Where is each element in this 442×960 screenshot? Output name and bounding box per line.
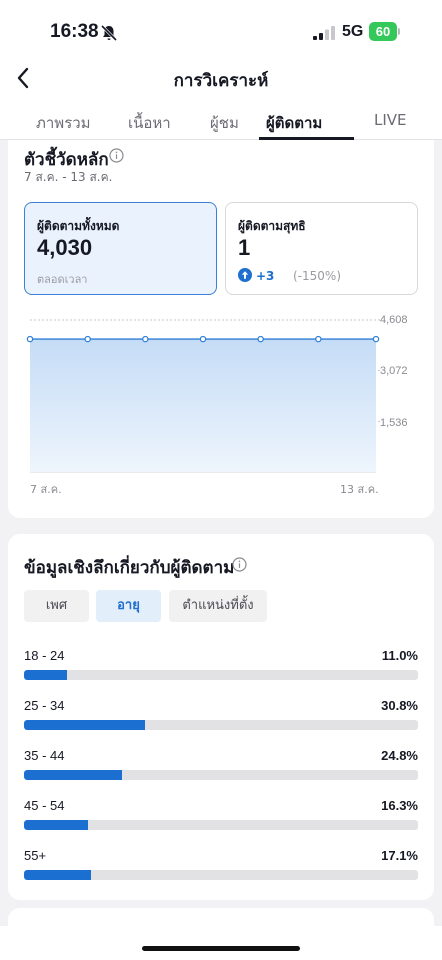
date-range: 7 ส.ค. - 13 ส.ค.	[24, 170, 113, 184]
age-row: 18 - 24 11.0%	[24, 648, 418, 688]
status-time: 16:38	[50, 21, 99, 42]
network-type: 5G	[342, 23, 364, 40]
bottom-safe-area	[0, 926, 442, 960]
age-percent: 30.8%	[381, 698, 418, 713]
age-label: 45 - 54	[24, 798, 65, 813]
age-percent: 11.0%	[381, 648, 418, 663]
filter-age[interactable]: อายุ	[96, 590, 161, 622]
metric-value: 4,030	[37, 235, 93, 260]
tab-live[interactable]: LIVE	[374, 111, 407, 129]
tab-followers[interactable]: ผู้ติดตาม	[266, 111, 322, 135]
insights-title: ข้อมูลเชิงลึกเกี่ยวกับผู้ติดตาม	[24, 558, 235, 578]
key-metrics-card: ตัวชี้วัดหลัก 7 ส.ค. - 13 ส.ค. ผู้ติดตาม…	[8, 140, 434, 518]
age-bar-fill	[24, 670, 68, 680]
home-indicator[interactable]	[142, 946, 300, 951]
x-tick-label: 13 ส.ค.	[340, 483, 379, 496]
data-point	[26, 335, 34, 343]
battery-tip	[398, 28, 400, 35]
tab-bar: ภาพรวม เนื้อหา ผู้ชม ผู้ติดตาม LIVE	[0, 106, 442, 140]
age-label: 18 - 24	[24, 648, 65, 663]
followers-chart	[26, 319, 380, 473]
age-percent: 16.3%	[381, 798, 418, 813]
age-label: 35 - 44	[24, 748, 65, 763]
status-bar: 16:38 5G 60	[0, 0, 442, 62]
info-icon[interactable]	[232, 557, 247, 572]
analytics-header: การวิเคราะห์ ภาพรวม เนื้อหา ผู้ชม ผู้ติด…	[0, 62, 442, 140]
age-row: 35 - 44 24.8%	[24, 748, 418, 788]
filter-gender[interactable]: เพศ	[24, 590, 89, 622]
battery-icon: 60	[369, 22, 397, 41]
age-label: 55+	[24, 848, 47, 863]
bell-muted-icon	[100, 24, 118, 42]
age-bar-fill	[24, 770, 122, 780]
metric-label: ผู้ติดตามทั้งหมด	[37, 219, 120, 233]
age-percent: 24.8%	[381, 748, 418, 763]
tab-overview[interactable]: ภาพรวม	[36, 111, 91, 135]
data-point	[199, 335, 207, 343]
age-bar-track	[24, 870, 418, 880]
y-tick-label: 4,608	[380, 314, 408, 326]
age-bar-track	[24, 820, 418, 830]
age-bar-fill	[24, 720, 146, 730]
age-bar-fill	[24, 820, 89, 830]
signal-icon	[313, 26, 335, 40]
metric-delta-percent: (-150%)	[293, 269, 341, 283]
x-tick-label: 7 ส.ค.	[30, 483, 62, 496]
y-tick-label: 3,072	[380, 365, 408, 377]
age-percent: 17.1%	[381, 848, 418, 863]
metric-value: 1	[238, 235, 251, 260]
arrow-up-circle-icon	[238, 268, 252, 282]
data-point	[372, 335, 380, 343]
age-bar-track	[24, 720, 418, 730]
data-point	[84, 335, 91, 343]
page-title: การวิเคราะห์	[173, 71, 269, 91]
age-label: 25 - 34	[24, 698, 65, 713]
age-row: 25 - 34 30.8%	[24, 698, 418, 738]
data-point	[315, 335, 322, 343]
info-icon[interactable]	[109, 148, 124, 163]
age-bar-fill	[24, 870, 92, 880]
tab-viewers[interactable]: ผู้ชม	[210, 111, 239, 135]
area-fill	[30, 339, 376, 472]
y-tick-label: 1,536	[380, 417, 408, 429]
tab-content[interactable]: เนื้อหา	[128, 111, 171, 135]
metric-subtitle: ตลอดเวลา	[37, 273, 88, 286]
age-bar-track	[24, 670, 418, 680]
metric-label: ผู้ติดตามสุทธิ	[238, 219, 306, 233]
data-point	[257, 335, 264, 343]
total-followers-card[interactable]: ผู้ติดตามทั้งหมด 4,030 ตลอดเวลา	[24, 202, 217, 295]
net-followers-card[interactable]: ผู้ติดตามสุทธิ 1 +3 (-150%)	[225, 202, 418, 295]
metric-delta: +3	[256, 269, 275, 283]
age-row: 45 - 54 16.3%	[24, 798, 418, 838]
filter-location[interactable]: ตำแหน่งที่ตั้ง	[169, 590, 267, 622]
follower-insights-card: ข้อมูลเชิงลึกเกี่ยวกับผู้ติดตาม เพศ อายุ…	[8, 534, 434, 900]
age-bar-track	[24, 770, 418, 780]
data-point	[142, 335, 149, 343]
age-row: 55+ 17.1%	[24, 848, 418, 888]
